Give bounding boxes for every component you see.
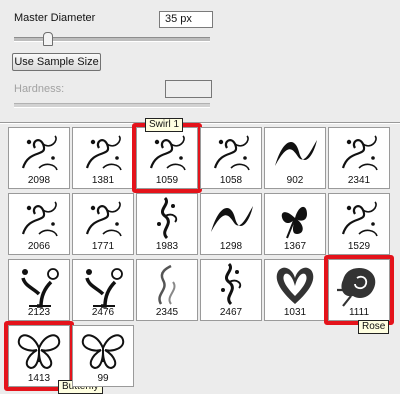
- brush-preset-902[interactable]: 902: [264, 127, 326, 189]
- brush-size-label: 2467: [219, 307, 243, 318]
- tree-icon: [21, 268, 59, 308]
- brush-preset-2476[interactable]: 2476: [72, 259, 134, 321]
- brush-preset-1983[interactable]: 1983: [136, 193, 198, 255]
- hardness-label: Hardness:: [14, 83, 65, 95]
- brush-size-label: 1381: [91, 175, 115, 186]
- hardness-slider-track[interactable]: [14, 103, 210, 108]
- swirl-flourish-icon: [85, 135, 122, 171]
- brush-preset-2098[interactable]: 2098: [8, 127, 70, 189]
- brush-size-label: 1298: [219, 241, 243, 252]
- heart-icon: [276, 267, 314, 304]
- brush-size-label: 2345: [155, 307, 179, 318]
- brush-preset-2066[interactable]: 2066: [8, 193, 70, 255]
- brush-size-label: 2341: [347, 175, 371, 186]
- brush-size-label: 902: [286, 175, 304, 186]
- vine-icon: [157, 196, 178, 240]
- brush-preset-1031[interactable]: 1031: [264, 259, 326, 321]
- swirl-flourish-icon: [21, 135, 58, 171]
- brush-preset-2467[interactable]: 2467: [200, 259, 262, 321]
- master-diameter-label: Master Diameter: [14, 12, 96, 24]
- brush-size-label: 1058: [219, 175, 243, 186]
- swirl-flourish-icon: [341, 201, 378, 237]
- brush-preset-1058[interactable]: 1058: [200, 127, 262, 189]
- vine-icon: [221, 262, 242, 306]
- brush-preset-2123[interactable]: 2123: [8, 259, 70, 321]
- brush-preset-2345[interactable]: 2345: [136, 259, 198, 321]
- brush-size-label: 1367: [283, 241, 307, 252]
- smoke-icon: [158, 264, 176, 305]
- brush-size-label: 2476: [91, 307, 115, 318]
- use-sample-size-button[interactable]: Use Sample Size: [12, 53, 101, 71]
- brush-size-label: 2123: [27, 307, 51, 318]
- master-diameter-input[interactable]: 35 px: [159, 11, 213, 28]
- master-diameter-slider-thumb[interactable]: [43, 32, 54, 46]
- brush-preset-1367[interactable]: 1367: [264, 193, 326, 255]
- brush-highlight-frame: [324, 255, 394, 325]
- brush-preset-99[interactable]: 99: [72, 325, 134, 387]
- brush-size-label: 1529: [347, 241, 371, 252]
- brush-preset-1771[interactable]: 1771: [72, 193, 134, 255]
- sample-size-swatch: [165, 80, 212, 98]
- brush-preset-1381[interactable]: 1381: [72, 127, 134, 189]
- swirl-flourish-icon: [21, 201, 58, 237]
- brush-size-label: 2066: [27, 241, 51, 252]
- brush-preset-1298[interactable]: 1298: [200, 193, 262, 255]
- wave-icon: [211, 206, 253, 232]
- swirl-flourish-icon: [85, 201, 122, 237]
- brush-size-label: 99: [97, 373, 109, 384]
- brush-tooltip: Rose: [358, 320, 390, 334]
- swirl-flourish-icon: [213, 135, 250, 171]
- brush-tooltip: Swirl 1: [145, 118, 184, 132]
- butterfly-icon: [81, 334, 125, 370]
- swirl-flourish-icon: [341, 135, 378, 171]
- brush-size-label: 1031: [283, 307, 307, 318]
- brush-size-label: 1771: [91, 241, 115, 252]
- flower-icon: [281, 206, 307, 239]
- brush-preset-grid: 2098 1381 1059 Swirl 1 1058 902 2341 2066 1771 19…: [4, 118, 400, 394]
- brush-preset-1529[interactable]: 1529: [328, 193, 390, 255]
- brush-highlight-frame: [132, 123, 202, 193]
- brush-size-label: 2098: [27, 175, 51, 186]
- brush-size-label: 1983: [155, 241, 179, 252]
- wave-icon: [275, 140, 317, 166]
- tree-icon: [85, 268, 123, 308]
- brush-preset-2341[interactable]: 2341: [328, 127, 390, 189]
